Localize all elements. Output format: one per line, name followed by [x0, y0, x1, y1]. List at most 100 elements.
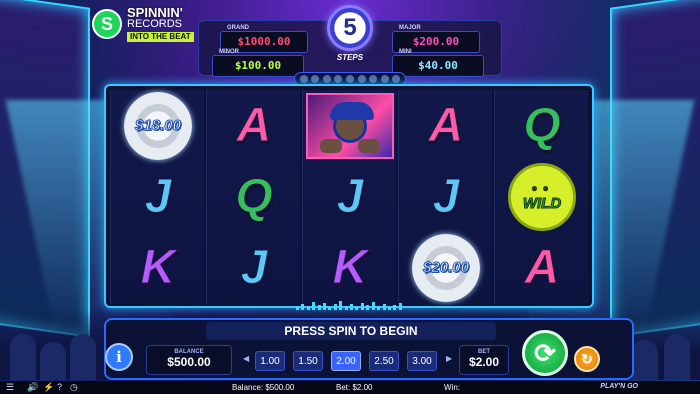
symbol-letter: K — [140, 241, 176, 295]
wild-face-icon: ●● — [530, 181, 554, 195]
equalizer-bar — [323, 303, 327, 310]
status-bar: ☰ 🔊 ⚡ ? ◷ Balance: $500.00 Bet: $2.00 Wi… — [0, 381, 700, 394]
equalizer-bar — [317, 305, 321, 310]
logo-tag: INTO THE BEAT — [127, 32, 194, 42]
symbol-letter: J — [336, 170, 364, 224]
refresh-icon: ⟳ — [534, 337, 556, 368]
logo-badge: S — [92, 9, 122, 39]
bet-option-button[interactable]: 2.00 — [331, 351, 361, 371]
balance-display: BALANCE $500.00 — [146, 345, 232, 375]
sound-icon[interactable]: 🔊 — [27, 381, 38, 394]
reel-symbol: J — [399, 161, 493, 232]
equalizer-bar — [387, 307, 391, 310]
symbol-letter: J — [432, 170, 460, 224]
wild-symbol: ●● WILD — [508, 162, 576, 231]
reel-symbol: J — [303, 161, 397, 232]
info-button[interactable]: i — [105, 343, 133, 371]
balance-value: $500.00 — [167, 355, 211, 369]
symbol-letter: J — [144, 170, 172, 224]
bet-increase-icon[interactable]: ▶ — [446, 354, 452, 363]
bet-decrease-icon[interactable]: ◀ — [243, 354, 249, 363]
step-dot — [392, 75, 401, 83]
bet-option-button[interactable]: 1.00 — [255, 351, 285, 371]
symbol-letter: A — [236, 99, 272, 153]
bet-value: $2.00 — [468, 355, 500, 369]
steps-counter: 5 STEPS — [325, 5, 375, 67]
jackpot-mini-label: MINI — [399, 49, 412, 55]
reel-5: Q ●● WILD A — [494, 90, 588, 304]
step-dot — [380, 75, 389, 83]
equalizer-bar — [360, 303, 364, 310]
autoplay-button[interactable]: ↻ — [574, 346, 600, 372]
step-dot — [345, 75, 354, 83]
reel-symbol: K — [303, 232, 397, 303]
equalizer-bar — [377, 306, 381, 310]
status-balance: Balance: $500.00 — [232, 383, 295, 392]
equalizer-bar — [371, 302, 375, 310]
bet-display: BET $2.00 — [459, 345, 509, 375]
equalizer-bar — [339, 301, 343, 310]
jackpot-grand-label: GRAND — [227, 25, 249, 31]
symbol-letter: A — [524, 241, 560, 295]
status-message: PRESS SPIN TO BEGIN — [206, 322, 496, 340]
jackpot-mini-value: $40.00 — [418, 59, 458, 72]
jackpot-major-value: $200.00 — [412, 35, 460, 48]
equalizer-bars — [296, 300, 402, 310]
bet-option-button[interactable]: 2.50 — [369, 351, 399, 371]
reel-symbol: A — [207, 90, 301, 161]
jackpot-minor-label: MINOR — [219, 49, 239, 55]
reel-4: A J $20.00 — [398, 90, 492, 304]
step-dot — [322, 75, 331, 83]
steps-count: 5 — [327, 5, 373, 51]
reel-grid: $18.00 J K A Q J J K A J $20.00 Q ●● WILD A — [104, 84, 594, 308]
reel-3: JK — [302, 90, 396, 304]
equalizer-bar — [344, 306, 348, 310]
coin-symbol: $18.00 — [124, 91, 192, 160]
jackpot-minor-value: $100.00 — [234, 59, 282, 72]
symbol-letter: K — [332, 241, 368, 295]
reel-symbol: $20.00 — [399, 232, 493, 303]
provider-logo: PLAY'N GO — [600, 383, 638, 390]
reel-1: $18.00 J K — [110, 90, 204, 304]
jackpot-grand-value: $1000.00 — [237, 35, 291, 48]
bet-option-button[interactable]: 3.00 — [407, 351, 437, 371]
reel-symbol: K — [111, 232, 205, 303]
reel-symbol: A — [495, 232, 589, 303]
reel-symbol — [303, 90, 397, 161]
equalizer-bar — [398, 303, 402, 310]
symbol-letter: Q — [523, 99, 561, 153]
equalizer-bar — [296, 307, 299, 310]
status-bet: Bet: $2.00 — [336, 383, 373, 392]
help-icon[interactable]: ? — [57, 381, 62, 394]
step-dot — [357, 75, 366, 83]
jackpot-major-label: MAJOR — [399, 25, 421, 31]
reel-symbol: J — [207, 232, 301, 303]
reel-symbol: J — [111, 161, 205, 232]
spin-button[interactable]: ⟳ — [522, 330, 568, 376]
jackpot-mini: MINI $40.00 — [392, 49, 484, 77]
jackpot-minor: MINOR $100.00 — [212, 49, 304, 77]
coin-value: $18.00 — [135, 117, 182, 135]
step-dot — [311, 75, 320, 83]
game-logo: S SPINNIN' RECORDS INTO THE BEAT — [92, 6, 194, 42]
equalizer-bar — [312, 302, 316, 310]
equalizer-bar — [328, 307, 332, 310]
wild-label: WILD — [522, 195, 562, 213]
equalizer-bar — [350, 304, 354, 310]
turbo-icon[interactable]: ⚡ — [43, 381, 54, 394]
autoplay-icon: ↻ — [581, 350, 593, 367]
status-win: Win: — [444, 383, 460, 392]
reel-symbol: ●● WILD — [495, 161, 589, 232]
step-dot — [334, 75, 343, 83]
equalizer-bar — [366, 305, 370, 310]
dj-character-symbol — [306, 92, 394, 159]
reel-symbol: Q — [207, 161, 301, 232]
equalizer-bar — [382, 304, 386, 310]
step-dot — [299, 75, 308, 83]
bet-option-button[interactable]: 1.50 — [293, 351, 323, 371]
history-icon[interactable]: ◷ — [70, 381, 78, 394]
menu-icon[interactable]: ☰ — [6, 381, 14, 394]
coin-symbol: $20.00 — [412, 233, 480, 302]
reel-symbol: $18.00 — [111, 90, 205, 161]
symbol-letter: A — [428, 99, 464, 153]
